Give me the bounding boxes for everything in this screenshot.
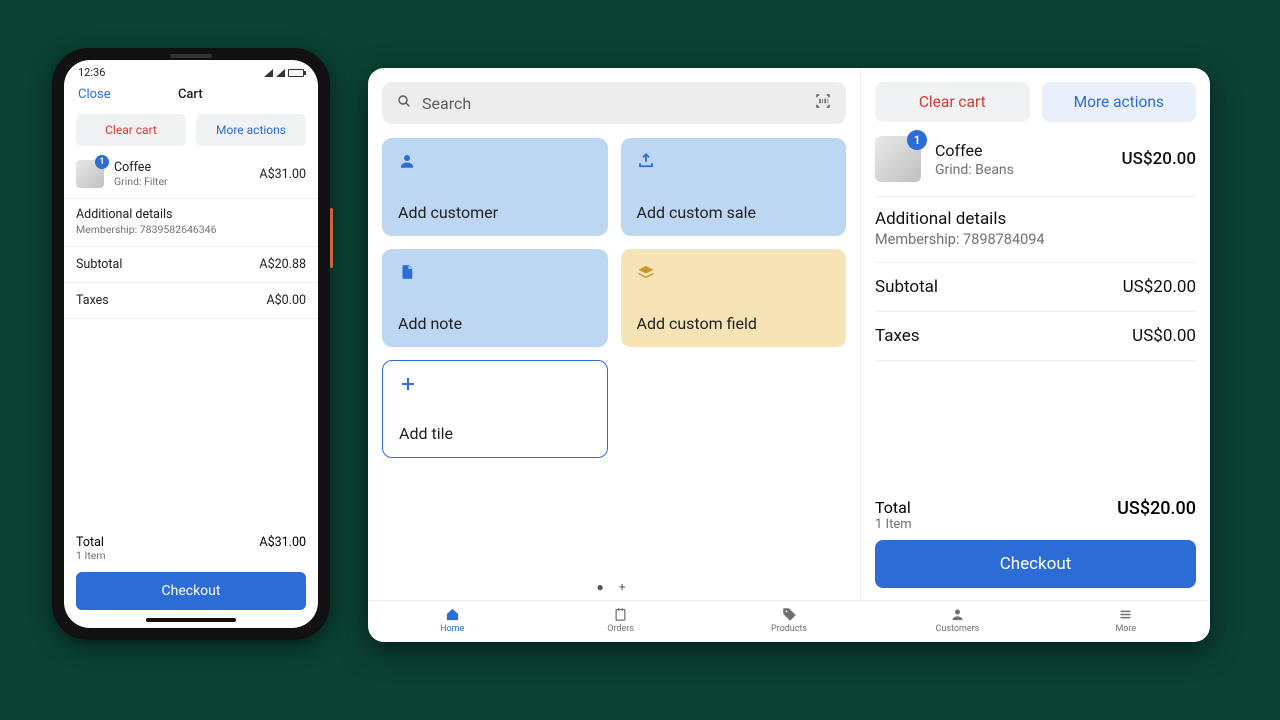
clear-cart-button[interactable]: Clear cart [875, 82, 1030, 122]
total-row: Total 1 Item A$31.00 [64, 529, 318, 564]
item-name: Coffee [935, 141, 1122, 160]
search-placeholder: Search [422, 94, 814, 113]
page-title: Cart [178, 87, 203, 102]
tablet-app: Search Add customer Add custom sale Add … [368, 68, 1210, 642]
item-price: A$31.00 [259, 167, 306, 182]
field-icon [637, 263, 655, 281]
cart-item[interactable]: 1 Coffee Grind: Filter A$31.00 [64, 154, 318, 199]
quantity-badge: 1 [95, 155, 109, 169]
tab-products[interactable]: Products [705, 601, 873, 642]
additional-details[interactable]: Additional details Membership: 789878409… [875, 197, 1196, 263]
total-row: Total 1 Item US$20.00 [875, 492, 1196, 540]
tile-add-tile[interactable]: Add tile [382, 360, 608, 458]
tile-add-custom-field[interactable]: Add custom field [621, 249, 847, 347]
close-button[interactable]: Close [78, 87, 111, 102]
customers-icon [950, 607, 965, 622]
clear-cart-button[interactable]: Clear cart [76, 114, 186, 146]
tile-add-custom-sale[interactable]: Add custom sale [621, 138, 847, 236]
details-title: Additional details [76, 207, 306, 222]
upload-icon [637, 152, 655, 170]
cart-pane: Clear cart More actions 1 Coffee Grind: … [860, 68, 1210, 600]
smart-grid-pane: Search Add customer Add custom sale Add … [368, 68, 860, 600]
tab-orders[interactable]: Orders [536, 601, 704, 642]
search-icon [396, 93, 412, 113]
tab-home[interactable]: Home [368, 601, 536, 642]
product-thumbnail: 1 [76, 160, 104, 188]
phone-notch [146, 52, 236, 60]
orders-icon [613, 607, 628, 622]
barcode-scan-icon[interactable] [814, 92, 832, 114]
tile-add-note[interactable]: Add note [382, 249, 608, 347]
tab-customers[interactable]: Customers [873, 601, 1041, 642]
item-name: Coffee [114, 160, 259, 175]
search-bar[interactable]: Search [382, 82, 846, 124]
product-thumbnail: 1 [875, 136, 921, 182]
tile-add-customer[interactable]: Add customer [382, 138, 608, 236]
checkout-button[interactable]: Checkout [76, 572, 306, 610]
tag-icon [782, 607, 797, 622]
phone-header: Close Cart [64, 79, 318, 108]
person-icon [398, 152, 416, 170]
bottom-tab-bar: Home Orders Products Customers More [368, 600, 1210, 642]
more-actions-button[interactable]: More actions [1042, 82, 1197, 122]
note-icon [398, 263, 416, 281]
phone-status-bar: 12:36 [64, 60, 318, 79]
home-icon [445, 607, 460, 622]
subtotal-row: Subtotal A$20.88 [64, 247, 318, 283]
phone-device-frame: 12:36 Close Cart Clear cart More actions… [52, 48, 330, 640]
phone-power-button [330, 208, 333, 268]
item-variant: Grind: Filter [114, 175, 259, 188]
wifi-icon [264, 69, 273, 77]
item-price: US$20.00 [1122, 149, 1196, 169]
phone-home-indicator [146, 618, 236, 622]
additional-details[interactable]: Additional details Membership: 783958264… [64, 199, 318, 247]
details-value: Membership: 7898784094 [875, 231, 1196, 248]
details-title: Additional details [875, 209, 1196, 229]
checkout-button[interactable]: Checkout [875, 540, 1196, 588]
menu-icon [1118, 607, 1133, 622]
page-indicator[interactable]: ● + [382, 570, 846, 600]
plus-icon [399, 375, 417, 393]
cart-item[interactable]: 1 Coffee Grind: Beans US$20.00 [875, 122, 1196, 197]
quantity-badge: 1 [907, 130, 927, 150]
tab-more[interactable]: More [1042, 601, 1210, 642]
signal-icon [276, 69, 285, 77]
taxes-row: Taxes US$0.00 [875, 312, 1196, 361]
item-variant: Grind: Beans [935, 162, 1122, 178]
status-time: 12:36 [78, 66, 105, 79]
details-value: Membership: 7839582646346 [76, 223, 306, 236]
taxes-row: Taxes A$0.00 [64, 283, 318, 319]
battery-icon [288, 69, 304, 77]
subtotal-row: Subtotal US$20.00 [875, 263, 1196, 312]
phone-screen: 12:36 Close Cart Clear cart More actions… [64, 60, 318, 628]
more-actions-button[interactable]: More actions [196, 114, 306, 146]
